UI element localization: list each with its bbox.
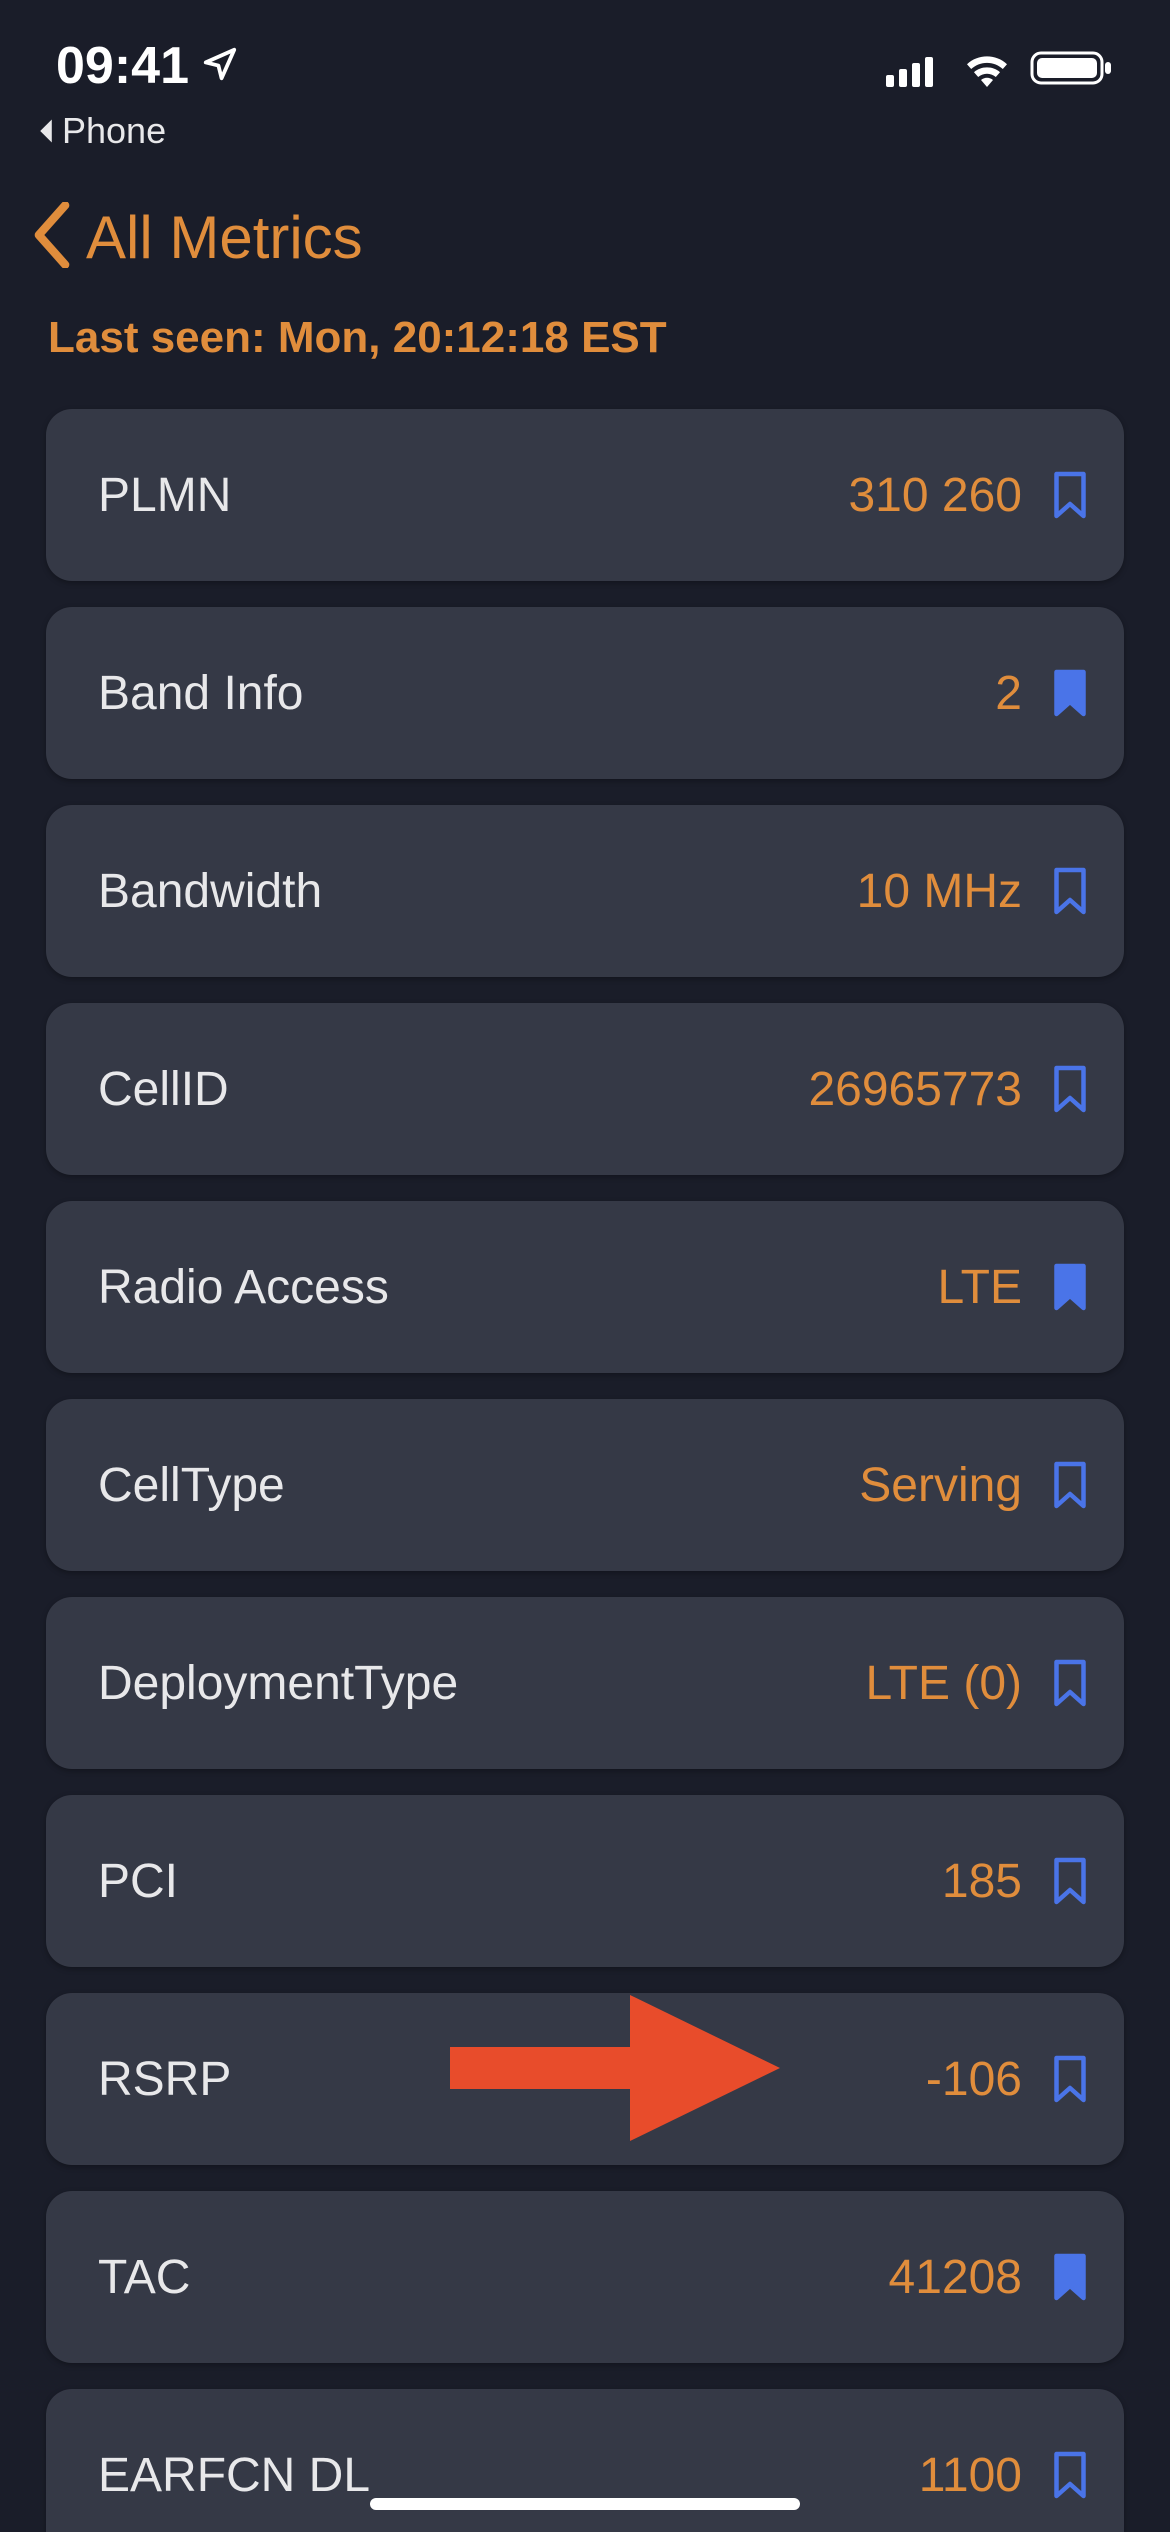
page-title: All Metrics (86, 203, 363, 272)
metric-right: 41208 (889, 2250, 1088, 2305)
metric-value: LTE (0) (866, 1656, 1022, 1711)
metric-label: CellID (98, 1062, 229, 1117)
back-caret-icon (36, 118, 56, 144)
metric-label: Bandwidth (98, 864, 322, 919)
metric-value: LTE (938, 1260, 1022, 1315)
bookmark-icon[interactable] (1052, 1263, 1088, 1311)
metric-label: CellType (98, 1458, 285, 1513)
status-time: 09:41 (56, 36, 189, 96)
bookmark-icon[interactable] (1052, 2451, 1088, 2499)
metric-right: LTE (0) (866, 1656, 1088, 1711)
bookmark-icon[interactable] (1052, 867, 1088, 915)
metric-label: PLMN (98, 468, 231, 523)
metric-right: Serving (859, 1458, 1088, 1513)
bookmark-icon[interactable] (1052, 2055, 1088, 2103)
last-seen-label: Last seen: Mon, 20:12:18 EST (0, 273, 1170, 379)
chevron-left-icon (30, 202, 74, 273)
status-left: 09:41 (56, 36, 239, 96)
metric-value: 2 (995, 666, 1022, 721)
metrics-list: PLMN 310 260 Band Info 2 Bandwidth 10 MHz C… (0, 379, 1170, 2532)
metric-right: LTE (938, 1260, 1088, 1315)
bookmark-icon[interactable] (1052, 669, 1088, 717)
metric-label: Radio Access (98, 1260, 389, 1315)
metric-label: TAC (98, 2250, 190, 2305)
metric-row[interactable]: Bandwidth 10 MHz (46, 805, 1124, 977)
metric-row[interactable]: CellType Serving (46, 1399, 1124, 1571)
bookmark-icon[interactable] (1052, 471, 1088, 519)
breadcrumb-back[interactable]: Phone (0, 110, 1170, 152)
bookmark-icon[interactable] (1052, 1065, 1088, 1113)
wifi-icon (962, 40, 1012, 100)
metric-row[interactable]: TAC 41208 (46, 2191, 1124, 2363)
location-icon (201, 36, 239, 96)
metric-right: 1100 (919, 2448, 1088, 2503)
metric-value: -106 (926, 2052, 1022, 2107)
bookmark-icon[interactable] (1052, 1659, 1088, 1707)
metric-row[interactable]: Band Info 2 (46, 607, 1124, 779)
metric-value: 26965773 (808, 1062, 1022, 1117)
metric-right: 2 (995, 666, 1088, 721)
bookmark-icon[interactable] (1052, 1461, 1088, 1509)
metric-label: DeploymentType (98, 1656, 458, 1711)
metric-right: 185 (942, 1854, 1088, 1909)
metric-value: 185 (942, 1854, 1022, 1909)
metric-row[interactable]: PLMN 310 260 (46, 409, 1124, 581)
status-bar: 09:41 (0, 0, 1170, 110)
metric-label: PCI (98, 1854, 178, 1909)
metric-row[interactable]: DeploymentType LTE (0) (46, 1597, 1124, 1769)
metric-value: Serving (859, 1458, 1022, 1513)
metric-right: -106 (926, 2052, 1088, 2107)
battery-icon (1030, 40, 1114, 100)
metric-value: 1100 (919, 2448, 1022, 2503)
metric-row[interactable]: CellID 26965773 (46, 1003, 1124, 1175)
metric-right: 26965773 (808, 1062, 1088, 1117)
metric-value: 310 260 (848, 468, 1022, 523)
nav-header[interactable]: All Metrics (0, 152, 1170, 273)
metric-label: RSRP (98, 2052, 231, 2107)
status-right (886, 36, 1114, 100)
bookmark-icon[interactable] (1052, 1857, 1088, 1905)
metric-row[interactable]: PCI 185 (46, 1795, 1124, 1967)
metric-label: EARFCN DL (98, 2448, 370, 2503)
home-indicator[interactable] (370, 2498, 800, 2510)
metric-row[interactable]: Radio Access LTE (46, 1201, 1124, 1373)
metric-value: 10 MHz (857, 864, 1022, 919)
breadcrumb-back-label: Phone (62, 110, 166, 152)
metric-right: 310 260 (848, 468, 1088, 523)
metric-right: 10 MHz (857, 864, 1088, 919)
metric-row[interactable]: RSRP -106 (46, 1993, 1124, 2165)
cellular-icon (886, 40, 944, 100)
metric-value: 41208 (889, 2250, 1022, 2305)
metric-row[interactable]: EARFCN DL 1100 (46, 2389, 1124, 2532)
metric-label: Band Info (98, 666, 304, 721)
bookmark-icon[interactable] (1052, 2253, 1088, 2301)
